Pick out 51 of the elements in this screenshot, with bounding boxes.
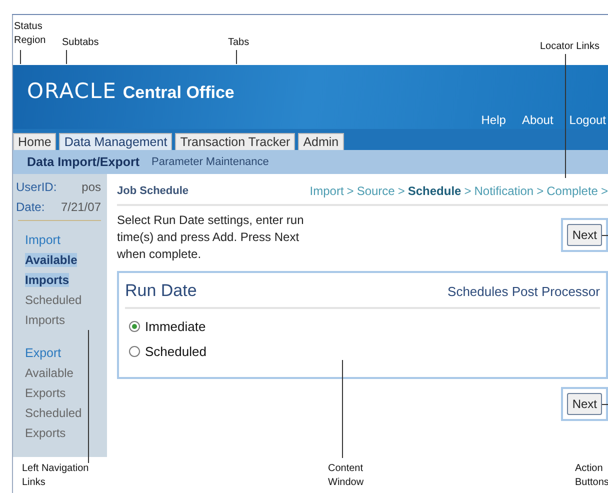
nav-heading[interactable]: Export (25, 346, 107, 360)
status-label: UserID: (16, 180, 57, 194)
header-link[interactable]: About (522, 113, 554, 127)
next-button[interactable]: Next (567, 393, 602, 415)
panel-title: Run Date (125, 281, 197, 301)
product-name: Central Office (122, 83, 234, 103)
nav-heading[interactable]: Import (25, 233, 107, 247)
leader-line (20, 50, 21, 64)
radio-label: Immediate (145, 319, 206, 334)
header-link[interactable]: Logout (569, 113, 606, 127)
leader-line (66, 50, 67, 64)
subtab[interactable]: Data Import/Export (27, 155, 140, 169)
status-value: 7/21/07 (60, 200, 101, 214)
status-label: Date: (16, 200, 45, 214)
locator-link[interactable]: Import (310, 184, 344, 198)
tab[interactable]: Home (13, 133, 56, 150)
separator-text: > (536, 184, 544, 198)
callout-label: Locator Links (540, 40, 600, 54)
leader-line (602, 235, 608, 236)
leader-line (602, 404, 608, 405)
nav-link[interactable]: Scheduled Exports (25, 403, 95, 443)
callout-label: Status Region (14, 20, 47, 48)
tab[interactable]: Data Management (59, 133, 172, 150)
instructions-text: Select Run Date settings, enter run time(s) and press Add. Press Next when complete. (117, 212, 305, 263)
logo: ORACLE (27, 79, 117, 103)
tab[interactable]: Transaction Tracker (175, 133, 296, 150)
locator-link[interactable]: Schedule (408, 184, 462, 198)
callout-label: Left Navigation Links (22, 462, 90, 490)
callout-label: Tabs (228, 36, 250, 50)
next-button[interactable]: Next (567, 224, 602, 246)
radio-label: Scheduled (145, 344, 206, 359)
locator-link[interactable]: Notification (474, 184, 534, 198)
locator-link[interactable]: Complete (546, 184, 598, 198)
locator-link[interactable]: Source (356, 184, 395, 198)
separator-text: > (398, 184, 405, 198)
radio-button[interactable] (129, 321, 140, 332)
header-link[interactable]: Help (481, 113, 506, 127)
separator-text: > (600, 184, 608, 198)
status-value: pos (82, 180, 101, 194)
nav-link[interactable]: Available Exports (25, 363, 95, 403)
leader-line (236, 50, 237, 64)
callout-label: Content Window (328, 462, 365, 490)
panel-link[interactable]: Schedules Post Processor (448, 284, 600, 298)
separator-text: > (464, 184, 472, 198)
separator-text: > (346, 184, 354, 198)
callout-label: Subtabs (62, 36, 100, 50)
radio-button[interactable] (129, 346, 140, 357)
nav-link[interactable]: Scheduled Imports (25, 290, 95, 330)
page-title: Job Schedule (117, 185, 189, 197)
subtab[interactable]: Parameter Maintenance (152, 156, 269, 168)
tab[interactable]: Admin (298, 133, 344, 150)
